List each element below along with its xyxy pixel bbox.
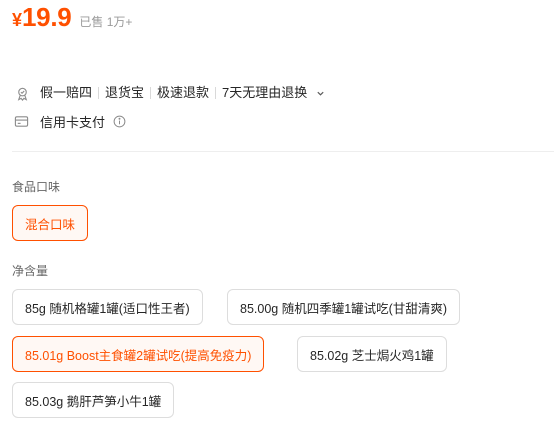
payment-method-text: 信用卡支付 xyxy=(40,114,106,130)
credit-card-icon xyxy=(14,113,30,129)
net-weight-option-5[interactable]: 85.03g 鹅肝芦笋小牛1罐 xyxy=(12,382,175,418)
net-weight-option-4[interactable]: 85.02g 芝士焗火鸡1罐 xyxy=(297,336,447,372)
net-weight-option-2[interactable]: 85.00g 随机四季罐1罐试吃(甘甜清爽) xyxy=(227,289,460,325)
service-7day-return: 7天无理由退换 xyxy=(222,85,308,100)
service-fake-compensation: 假一赔四 xyxy=(40,85,93,100)
sold-count: 已售 1万+ xyxy=(79,15,133,29)
service-return-insurance: 退货宝 xyxy=(105,85,145,100)
price-row: ¥ 19.9 已售 1万+ xyxy=(12,2,132,33)
flavor-label: 食品口味 xyxy=(12,180,61,194)
chevron-down-icon[interactable] xyxy=(316,89,325,98)
payment-row: 信用卡支付 xyxy=(14,112,126,130)
service-guarantees[interactable]: 假一赔四 退货宝 极速退款 7天无理由退换 xyxy=(14,84,325,102)
shield-badge-icon xyxy=(14,85,30,101)
section-divider xyxy=(12,151,554,152)
price-currency: ¥ xyxy=(12,10,23,30)
service-fast-refund: 极速退款 xyxy=(157,85,210,100)
net-weight-option-1[interactable]: 85g 随机格罐1罐(适口性王者) xyxy=(12,289,203,325)
price-value: 19.9 xyxy=(22,2,72,32)
flavor-option-mixed[interactable]: 混合口味 xyxy=(12,205,89,241)
net-weight-option-3[interactable]: 85.01g Boost主食罐2罐试吃(提高免疫力) xyxy=(12,336,265,372)
net-weight-label: 净含量 xyxy=(12,264,49,278)
info-circle-icon[interactable] xyxy=(113,115,126,128)
